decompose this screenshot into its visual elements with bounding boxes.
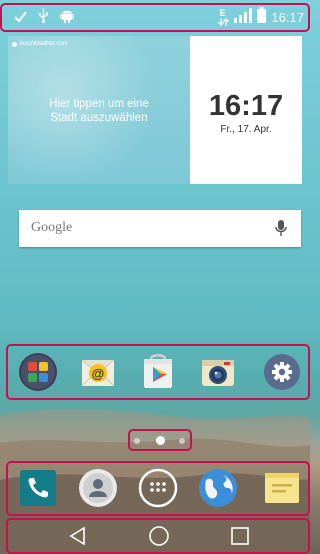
- weather-prompt-line1: Hier tippen um eine: [49, 98, 149, 110]
- page-dot-3[interactable]: [179, 438, 185, 444]
- folder-icon[interactable]: [18, 352, 58, 392]
- page-dot-2-active[interactable]: [156, 436, 165, 445]
- accuweather-logo-icon: [12, 41, 17, 47]
- email-icon[interactable]: @: [78, 352, 118, 392]
- contacts-icon[interactable]: [78, 468, 118, 508]
- phone-icon[interactable]: [18, 468, 58, 508]
- page-indicator[interactable]: [131, 432, 191, 450]
- back-icon[interactable]: [66, 524, 90, 548]
- google-search-label: Google: [31, 220, 73, 235]
- clock-time: 16:17: [208, 90, 284, 122]
- navigation-bar: [6, 518, 310, 554]
- weather-widget[interactable]: AccuWeather.com Hier tippen um eine Stad…: [8, 36, 190, 184]
- google-search-bar[interactable]: Google: [19, 210, 301, 247]
- status-bar-highlight: [0, 3, 310, 32]
- recents-icon[interactable]: [228, 524, 252, 548]
- accuweather-brand: AccuWeather.com: [12, 41, 68, 47]
- messaging-icon[interactable]: [262, 468, 302, 508]
- weather-prompt-line2: Stadt auszuwählen: [50, 112, 148, 124]
- page-dot-1[interactable]: [134, 438, 140, 444]
- home-icon[interactable]: [147, 524, 171, 548]
- clock-widget[interactable]: 16:17 Fr., 17. Apr.: [190, 36, 302, 184]
- clock-date: Fr., 17. Apr.: [220, 124, 272, 135]
- accuweather-label: AccuWeather.com: [19, 41, 68, 47]
- settings-icon[interactable]: [262, 352, 302, 392]
- microphone-icon[interactable]: [275, 220, 287, 242]
- play-store-icon[interactable]: [138, 352, 178, 392]
- svg-text:@: @: [92, 366, 105, 381]
- apps-drawer-icon[interactable]: [138, 468, 178, 508]
- camera-icon[interactable]: [198, 352, 238, 392]
- browser-icon[interactable]: [198, 468, 238, 508]
- weather-prompt: Hier tippen um eine Stadt auszuwählen: [8, 97, 190, 125]
